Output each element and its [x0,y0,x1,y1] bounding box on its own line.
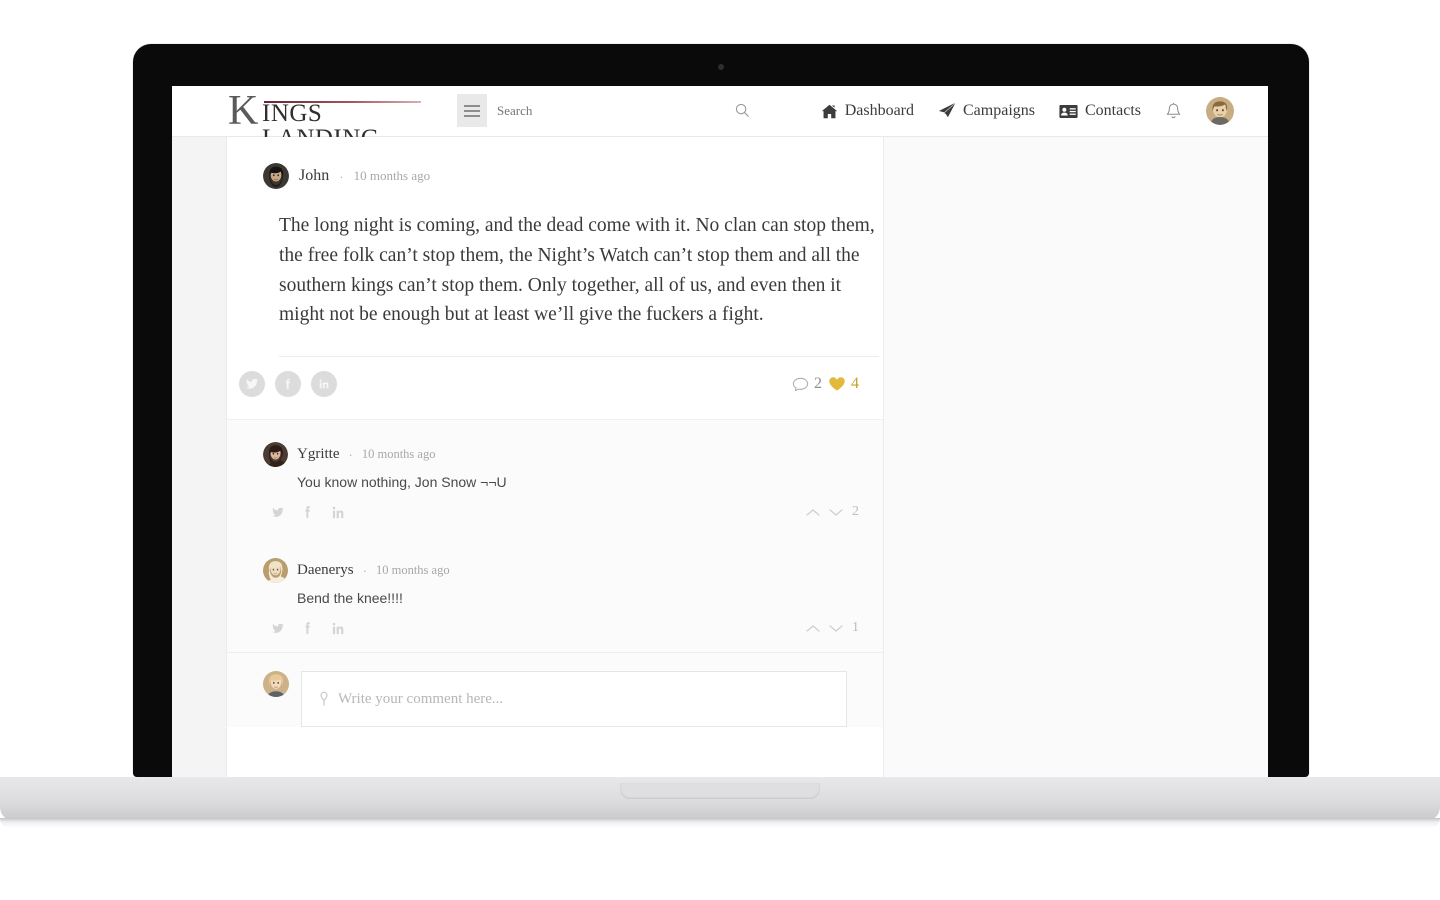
nav-label-dashboard: Dashboard [844,102,914,119]
comment-meta-separator: · [362,563,367,579]
composer-avatar[interactable] [263,671,289,698]
like-count-group[interactable]: 4 [828,375,859,393]
contact-card-icon [1059,104,1078,119]
post-timestamp: 10 months ago [353,168,431,183]
hamburger-icon[interactable] [457,94,487,127]
heart-icon [828,376,846,392]
comment-count: 2 [814,375,822,393]
comment-actions: 2 [263,490,859,536]
comment-author-name: Ygritte [297,446,340,463]
search-group [457,94,755,127]
laptop-foot [0,818,1440,828]
nav-item-campaigns[interactable]: Campaigns [938,102,1035,120]
upvote-icon[interactable] [806,508,820,517]
app-root: K INGS LANDING [172,86,1268,777]
comment-bubble-icon [792,377,809,392]
comment-item: Daenerys · 10 months ago Bend the knee!!… [263,536,859,652]
downvote-icon[interactable] [829,624,843,633]
comment-meta-separator: · [348,447,353,463]
nav-item-dashboard[interactable]: Dashboard [821,102,914,120]
comment-share-buttons [271,505,345,519]
content-column: John · 10 months ago The long night is c… [227,137,884,777]
post-author-avatar[interactable] [263,163,289,189]
search-input[interactable] [487,94,729,127]
comment-item: Ygritte · 10 months ago You know nothing… [263,420,859,536]
facebook-share-icon[interactable] [304,505,313,519]
nav-item-contacts[interactable]: Contacts [1059,102,1141,120]
comment-avatar[interactable] [263,558,288,584]
laptop-base-notch [620,783,820,799]
comment-body-text: You know nothing, Jon Snow ¬¬U [297,474,507,491]
linkedin-share-icon[interactable] [332,621,345,635]
comment-timestamp: 10 months ago [375,563,450,578]
comment-input-placeholder: Write your comment here... [338,690,504,707]
comment-composer: Write your comment here... [227,652,883,728]
comment-votes: 2 [806,504,859,520]
post-card: John · 10 months ago The long night is c… [227,137,883,420]
nav-label-contacts: Contacts [1085,102,1141,119]
post-body-text: The long night is coming, and the dead c… [279,215,875,326]
quill-icon [318,691,330,707]
bell-icon[interactable] [1165,102,1182,121]
comment-input-wrapper[interactable]: Write your comment here... [301,671,847,728]
primary-nav: Dashboard Campaigns Contacts [821,90,1234,132]
comments-section: Ygritte · 10 months ago You know nothing… [227,419,883,653]
comment-body-text: Bend the knee!!!! [297,590,403,607]
facebook-share-icon[interactable] [275,371,301,398]
right-rail [884,137,1268,777]
vote-count: 2 [852,504,859,520]
comment-author-name: Daenerys [297,562,354,579]
search-icon[interactable] [729,94,755,127]
twitter-share-icon[interactable] [271,621,285,635]
comment-votes: 1 [806,620,859,636]
home-icon [821,103,838,120]
laptop-screen: K INGS LANDING [172,86,1268,777]
comment-timestamp: 10 months ago [361,447,436,462]
app-body: John · 10 months ago The long night is c… [172,137,1268,777]
downvote-icon[interactable] [829,508,843,517]
laptop-lid: K INGS LANDING [133,44,1309,777]
facebook-share-icon[interactable] [304,621,313,635]
paper-plane-icon [938,102,956,120]
twitter-share-icon[interactable] [239,371,265,398]
left-rail [172,137,227,777]
site-logo[interactable]: K INGS LANDING [228,88,424,151]
vote-count: 1 [852,620,859,636]
post-engagement: 2 4 [792,375,859,393]
comment-header: Daenerys · 10 months ago [263,558,847,584]
comment-header: Ygritte · 10 months ago [263,442,847,468]
linkedin-share-icon[interactable] [332,505,345,519]
laptop-camera [718,64,724,70]
post-share-buttons [239,371,337,398]
laptop-mockup: K INGS LANDING [0,0,1440,900]
post-header: John · 10 months ago [263,163,847,189]
comment-actions: 1 [263,606,859,652]
twitter-share-icon[interactable] [271,505,285,519]
post-actions: 2 4 [239,357,859,419]
app-header: K INGS LANDING [172,86,1268,151]
logo-initial: K [228,88,259,134]
header-avatar[interactable] [1206,97,1234,125]
comment-avatar[interactable] [263,442,288,468]
upvote-icon[interactable] [806,624,820,633]
post-author-name: John [299,167,330,184]
comment-share-buttons [271,621,345,635]
comment-count-group[interactable]: 2 [792,375,822,393]
linkedin-share-icon[interactable] [311,371,337,398]
post-meta-separator: · [339,168,344,184]
like-count: 4 [851,375,859,393]
nav-label-campaigns: Campaigns [963,102,1035,119]
